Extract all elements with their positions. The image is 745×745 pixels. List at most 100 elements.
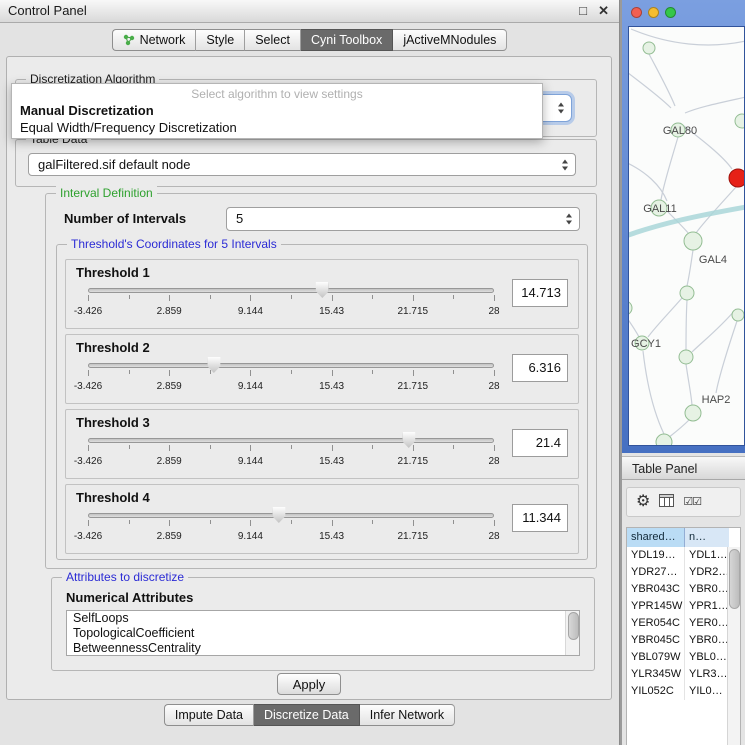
tab-cyni-toolbox[interactable]: Cyni Toolbox [301, 29, 393, 51]
tab-label: Infer Network [370, 708, 444, 722]
tab-network[interactable]: Network [112, 29, 197, 51]
attribute-list-item[interactable]: SelfLoops [67, 611, 579, 626]
slider-tick [413, 445, 414, 451]
network-edge[interactable] [686, 364, 692, 405]
threshold-value-field[interactable]: 14.713 [512, 279, 568, 307]
threshold-value-field[interactable]: 6.316 [512, 354, 568, 382]
slider-tick [494, 295, 495, 301]
close-traffic-light-icon[interactable] [631, 7, 642, 18]
minimize-traffic-light-icon[interactable] [648, 7, 659, 18]
list-scrollbar[interactable] [565, 611, 579, 655]
network-node[interactable] [680, 286, 694, 300]
table-row[interactable]: YPR145WYPR1… [627, 598, 740, 615]
tab-select[interactable]: Select [245, 29, 301, 51]
tab-impute-data[interactable]: Impute Data [164, 704, 254, 726]
number-of-intervals-label: Number of Intervals [64, 211, 186, 226]
network-edge[interactable] [643, 351, 664, 434]
threshold-slider[interactable] [88, 282, 494, 302]
dropdown-option-list: Manual DiscretizationEqual Width/Frequen… [12, 102, 542, 136]
list-scrollbar-thumb[interactable] [568, 612, 579, 640]
table-panel: Table Panel ⚙ ☑☑ shared… n… YDL19…YDL1…Y… [622, 453, 745, 745]
threshold-label: Threshold 3 [76, 415, 150, 430]
attribute-list-item[interactable]: TopologicalCoefficient [67, 626, 579, 641]
tab-jactivemnodules[interactable]: jActiveMNodules [393, 29, 507, 51]
network-edge[interactable] [648, 298, 682, 337]
threshold-slider[interactable] [88, 432, 494, 452]
algorithm-option[interactable]: Manual Discretization [12, 102, 542, 119]
network-node[interactable] [629, 301, 632, 315]
slider-tick [250, 445, 251, 451]
network-view-window: GAL80GAL11GAL4GCY1HAP2 [622, 0, 745, 453]
table-columns-icon[interactable] [659, 494, 674, 511]
close-panel-icon[interactable]: ✕ [598, 2, 609, 20]
network-edge[interactable] [686, 300, 687, 350]
algorithm-option[interactable]: Equal Width/Frequency Discretization [12, 119, 542, 136]
threshold-slider[interactable] [88, 507, 494, 527]
table-row[interactable]: YDL19…YDL1… [627, 547, 740, 564]
column-header-name[interactable]: n… [685, 528, 729, 547]
network-node[interactable] [656, 434, 672, 446]
apply-button[interactable]: Apply [277, 673, 341, 695]
table-row[interactable]: YBL079WYBL0… [627, 649, 740, 666]
numerical-attributes-list[interactable]: SelfLoopsTopologicalCoefficientBetweenne… [66, 610, 580, 656]
slider-scale-label: 2.859 [157, 306, 182, 317]
network-node[interactable] [735, 114, 745, 128]
network-node-selected[interactable] [729, 169, 745, 187]
network-edge[interactable] [687, 250, 693, 286]
attribute-list-item[interactable]: BetweennessCentrality [67, 641, 579, 656]
network-edge[interactable] [661, 137, 678, 200]
number-of-intervals-combobox[interactable]: 5 [226, 207, 580, 231]
settings-gear-icon[interactable]: ⚙ [636, 494, 650, 510]
table-row[interactable]: YER054CYER0… [627, 615, 740, 632]
network-graph: GAL80GAL11GAL4GCY1HAP2 [629, 27, 745, 446]
slider-tick [291, 370, 292, 374]
network-node[interactable] [732, 309, 744, 321]
threshold-value-field[interactable]: 21.4 [512, 429, 568, 457]
table-row[interactable]: YDR27…YDR2… [627, 564, 740, 581]
network-edge[interactable] [649, 54, 675, 106]
tab-discretize-data[interactable]: Discretize Data [254, 704, 360, 726]
slider-thumb[interactable] [272, 507, 285, 523]
tab-style[interactable]: Style [196, 29, 245, 51]
float-window-icon[interactable]: □ [579, 2, 587, 20]
threshold-slider[interactable] [88, 357, 494, 377]
slider-thumb[interactable] [316, 282, 329, 298]
zoom-traffic-light-icon[interactable] [665, 7, 676, 18]
network-edge[interactable] [629, 69, 671, 108]
network-edge[interactable] [685, 97, 745, 113]
slider-tick [250, 520, 251, 526]
network-node[interactable] [643, 42, 655, 54]
table-data-combobox[interactable]: galFiltered.sif default node [28, 153, 576, 176]
slider-scale: -3.4262.8599.14415.4321.71528 [88, 456, 494, 468]
table-scrollbar[interactable] [727, 547, 740, 745]
network-node[interactable] [685, 405, 701, 421]
tab-infer-network[interactable]: Infer Network [360, 704, 455, 726]
threshold-block: Threshold 3 -3.4262.8599.14415.4321.71528… [65, 409, 579, 479]
cell-name: YBR0… [685, 632, 729, 649]
threshold-value-field[interactable]: 11.344 [512, 504, 568, 532]
network-edge[interactable] [668, 420, 689, 438]
column-header-shared-name[interactable]: shared… [627, 528, 685, 547]
node-table: shared… n… YDL19…YDL1…YDR27…YDR2…YBR043C… [626, 527, 741, 745]
slider-tick [291, 520, 292, 524]
slider-tick [372, 295, 373, 299]
table-row[interactable]: YBR043CYBR0… [627, 581, 740, 598]
table-row[interactable]: YIL052CYIL0… [627, 683, 740, 700]
column-checkboxes-icon[interactable]: ☑☑ [683, 497, 701, 508]
tab-label: Discretize Data [264, 708, 349, 722]
network-edge[interactable] [716, 321, 737, 393]
network-edge[interactable] [629, 315, 639, 337]
network-node[interactable] [684, 232, 702, 250]
table-row[interactable]: YBR045CYBR0… [627, 632, 740, 649]
network-node[interactable] [679, 350, 693, 364]
cell-name: YDR2… [685, 564, 729, 581]
network-canvas[interactable]: GAL80GAL11GAL4GCY1HAP2 [628, 26, 745, 446]
table-row[interactable]: YLR345WYLR3… [627, 666, 740, 683]
cell-name: YBR0… [685, 581, 729, 598]
table-scrollbar-thumb[interactable] [729, 549, 740, 609]
slider-scale-label: 21.715 [398, 381, 429, 392]
slider-scale-label: 2.859 [157, 381, 182, 392]
slider-scale: -3.4262.8599.14415.4321.71528 [88, 306, 494, 318]
slider-scale-label: 21.715 [398, 456, 429, 467]
tab-label: Style [206, 33, 234, 47]
